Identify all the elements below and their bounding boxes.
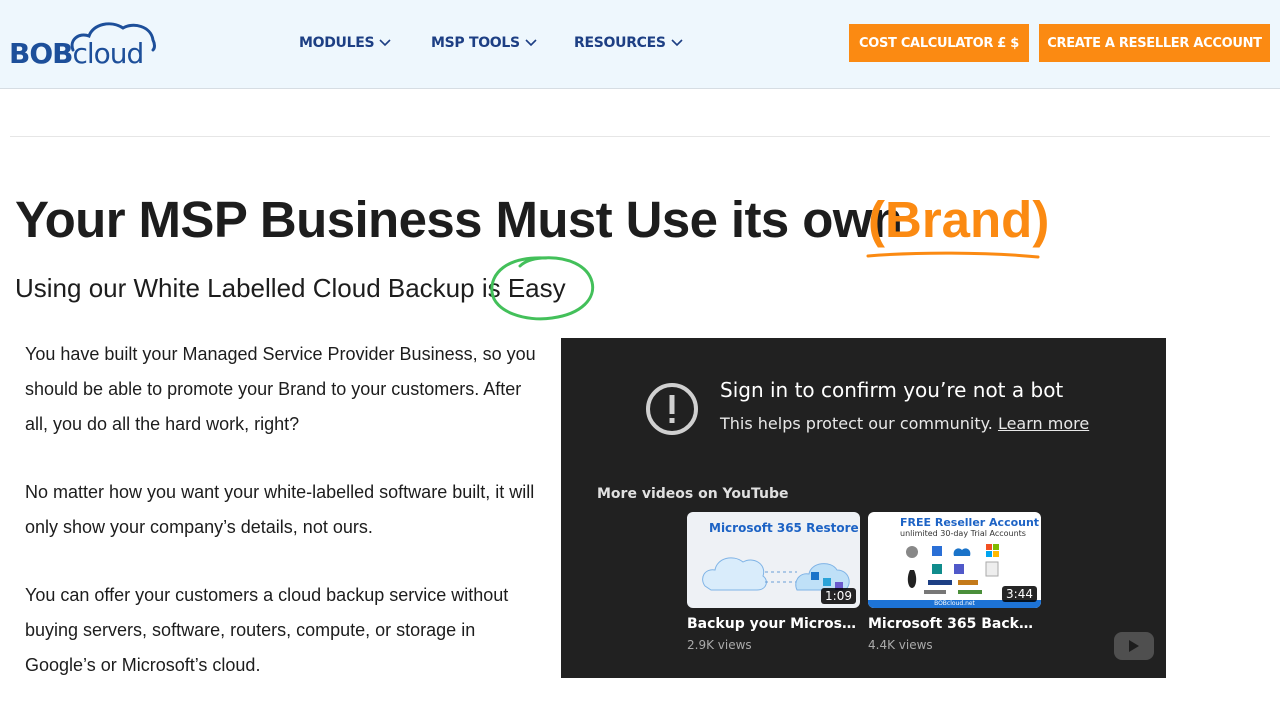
thumb-title: Microsoft 365 Restore [709,521,859,535]
bot-check-title: Sign in to confirm you’re not a bot [720,378,1064,402]
video-duration: 3:44 [1002,586,1037,602]
white-label-paragraph: No matter how you want your white-labell… [25,482,535,537]
nav-resources[interactable]: RESOURCES [574,35,683,51]
youtube-icon[interactable] [1114,632,1154,660]
video-thumbnail[interactable]: FREE Reseller Account unlimited 30-day T… [868,512,1041,608]
thumb-subtitle: unlimited 30-day Trial Accounts [900,529,1026,538]
chevron-down-icon [379,39,391,47]
create-reseller-account-button[interactable]: CREATE A RESELLER ACCOUNT [1039,24,1270,62]
logo-text: BOBcloud [9,37,144,70]
intro-paragraph: You have built your Managed Service Prov… [25,344,536,434]
learn-more-link[interactable]: Learn more [998,414,1089,433]
video-thumbnail[interactable]: Microsoft 365 Restore 1:09 [687,512,860,608]
video-duration: 1:09 [821,588,856,604]
chevron-down-icon [671,39,683,47]
site-header: BOBcloud MODULES MSP TOOLS RESOURCES COS… [0,0,1280,89]
bobcloud-logo[interactable]: BOBcloud [9,18,156,70]
chevron-down-icon [525,39,537,47]
nav-modules-label: MODULES [299,35,375,51]
easy-circle-decoration [490,256,595,321]
video-title[interactable]: Backup your Microsoft 365 Data [687,616,860,632]
video-views: 4.4K views [868,638,933,652]
page-title: Your MSP Business Must Use its own [15,191,903,248]
nav-modules[interactable]: MODULES [299,35,391,51]
page-subtitle: Using our White Labelled Cloud Backup is… [15,273,566,303]
title-highlight: (Brand) [868,191,1050,248]
video-title[interactable]: Microsoft 365 Backup for MSPs [868,616,1041,632]
nav-msp-tools[interactable]: MSP TOOLS [431,35,537,51]
cloud-backup-paragraph: You can offer your customers a cloud bac… [25,585,509,675]
platform-logos-icon [906,544,999,594]
cost-calculator-button[interactable]: COST CALCULATOR £ $ [849,24,1029,62]
nav-msp-tools-label: MSP TOOLS [431,35,520,51]
exclamation-circle-icon [646,383,698,435]
thumb-title: FREE Reseller Account [900,516,1040,529]
play-icon [1129,640,1139,652]
youtube-embed[interactable]: Sign in to confirm you’re not a bot This… [561,338,1166,678]
nav-resources-label: RESOURCES [574,35,666,51]
section-divider [10,136,1270,137]
video-views: 2.9K views [687,638,752,652]
bot-check-subtitle: This helps protect our community. Learn … [720,414,1090,433]
more-videos-heading: More videos on YouTube [597,486,789,502]
brand-underline-decoration [866,251,1040,259]
